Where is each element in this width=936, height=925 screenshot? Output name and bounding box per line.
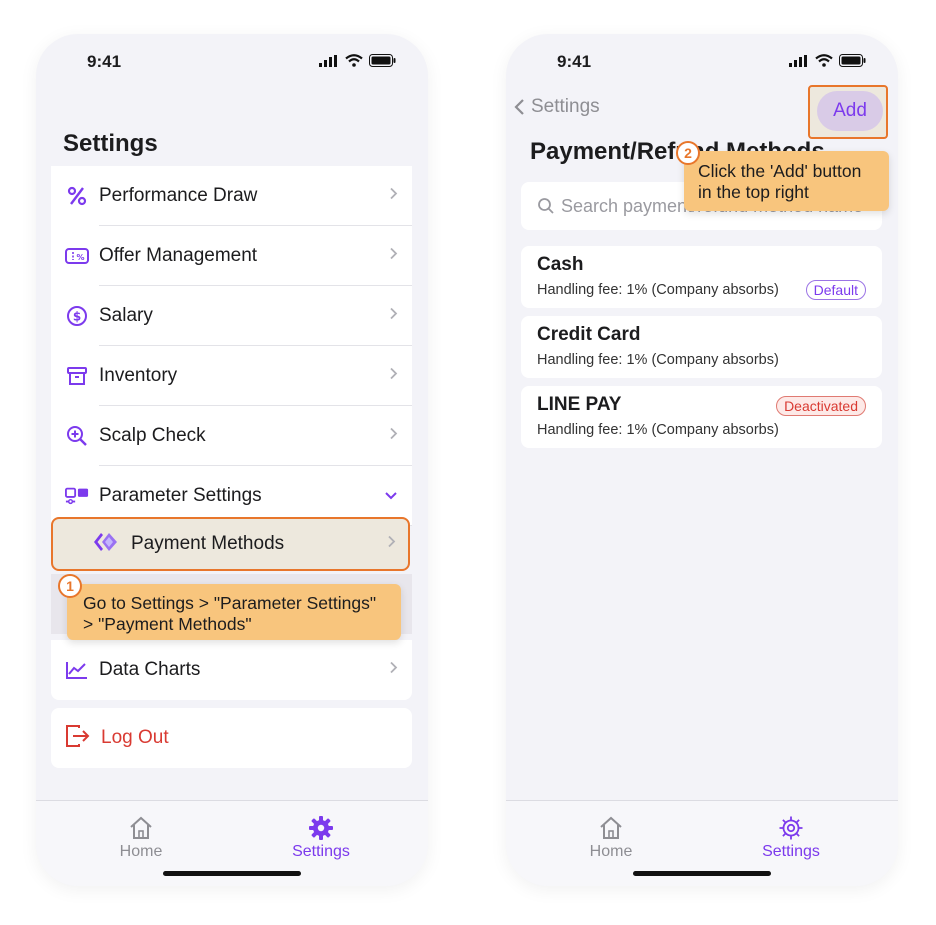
home-icon	[101, 815, 181, 841]
payment-method-name: Credit Card	[537, 324, 641, 345]
settings-item-label: Performance Draw	[99, 185, 258, 206]
data-charts-label: Data Charts	[99, 659, 201, 680]
status-time: 9:41	[87, 52, 122, 71]
payment-method-fee: Handling fee: 1% (Company absorbs)	[537, 282, 779, 298]
logout-icon	[65, 724, 91, 753]
tab-home[interactable]: Home	[571, 815, 651, 861]
settings-item-offer-management[interactable]: % Offer Management	[51, 226, 412, 286]
chart-trend-icon	[65, 658, 89, 682]
payment-methods-icon	[93, 531, 119, 558]
payment-method-card[interactable]: LINE PAY Handling fee: 1% (Company absor…	[521, 386, 882, 448]
data-charts-row-content: Data Charts	[51, 640, 412, 700]
payment-method-fee: Handling fee: 1% (Company absorbs)	[537, 352, 779, 368]
wifi-icon	[815, 54, 833, 67]
log-out-button[interactable]: Log Out	[51, 708, 412, 768]
tab-bar: Home Settings	[506, 800, 898, 886]
tutorial-tooltip-step-2: Click the 'Add' button in the top right	[684, 151, 889, 211]
phone-screen-settings: 9:41 Settings Performance Draw % Offer M…	[36, 34, 428, 886]
percent-icon	[65, 184, 89, 208]
tooltip-text-line: in the top right	[698, 182, 809, 202]
settings-item-label: Salary	[99, 305, 153, 326]
tab-label: Settings	[762, 843, 820, 860]
default-badge: Default	[805, 280, 866, 300]
dollar-circle-icon: $	[65, 304, 89, 328]
payment-method-name: Cash	[537, 254, 584, 275]
battery-icon	[839, 54, 866, 67]
chevron-left-icon	[514, 98, 525, 116]
tab-label: Home	[119, 843, 163, 860]
tooltip-text-line: Go to Settings > "Parameter Settings"	[83, 593, 377, 613]
status-time: 9:41	[557, 52, 592, 71]
back-button[interactable]: Settings	[514, 96, 600, 118]
add-button-highlight: Add	[808, 85, 888, 139]
tab-bar: Home Settings	[36, 800, 428, 886]
settings-list: Performance Draw % Offer Management $ Sa…	[51, 166, 412, 526]
step-badge: 1	[58, 574, 82, 598]
settings-item-data-charts[interactable]: Data Charts	[51, 640, 412, 700]
home-indicator	[163, 871, 301, 876]
settings-item-inventory[interactable]: Inventory	[51, 346, 412, 406]
status-icons	[319, 54, 396, 67]
signal-icon	[319, 54, 337, 67]
chevron-right-icon	[389, 427, 398, 446]
tab-settings[interactable]: Settings	[281, 815, 361, 861]
tutorial-tooltip-step-1: Go to Settings > "Parameter Settings" > …	[67, 584, 401, 640]
chevron-right-icon	[387, 535, 396, 554]
chevron-right-icon	[389, 661, 398, 680]
page-title: Settings	[63, 130, 158, 157]
payment-method-card[interactable]: Cash Handling fee: 1% (Company absorbs) …	[521, 246, 882, 308]
svg-text:$: $	[73, 310, 81, 324]
coupon-icon: %	[65, 244, 89, 268]
archive-box-icon	[65, 364, 89, 388]
gear-icon	[751, 815, 831, 841]
payment-method-card[interactable]: Credit Card Handling fee: 1% (Company ab…	[521, 316, 882, 378]
parameters-icon	[65, 484, 89, 508]
svg-text:%: %	[76, 253, 84, 262]
chevron-right-icon	[389, 187, 398, 206]
gear-icon	[281, 815, 361, 841]
tooltip-text-line: Click the 'Add' button	[698, 161, 862, 181]
settings-item-performance-draw[interactable]: Performance Draw	[51, 166, 412, 226]
home-icon	[571, 815, 651, 841]
tab-settings[interactable]: Settings	[751, 815, 831, 861]
payment-method-name: LINE PAY	[537, 394, 622, 415]
step-badge: 2	[676, 141, 700, 165]
back-label: Settings	[531, 96, 600, 117]
tooltip-text-line: > "Payment Methods"	[83, 614, 252, 634]
settings-item-label: Offer Management	[99, 245, 258, 266]
add-button[interactable]: Add	[817, 91, 883, 131]
settings-item-scalp-check[interactable]: Scalp Check	[51, 406, 412, 466]
settings-item-label: Inventory	[99, 365, 178, 386]
settings-item-salary[interactable]: $ Salary	[51, 286, 412, 346]
phone-screen-payment-methods: 9:41 Settings Add Payment/Refund Methods…	[506, 34, 898, 886]
settings-item-label: Parameter Settings	[99, 485, 262, 506]
settings-item-payment-methods[interactable]: Payment Methods	[51, 517, 410, 571]
battery-icon	[369, 54, 396, 67]
magnify-plus-icon	[65, 424, 89, 448]
chevron-right-icon	[389, 367, 398, 386]
tab-label: Settings	[292, 843, 350, 860]
search-icon	[537, 197, 555, 215]
chevron-right-icon	[389, 247, 398, 266]
payment-method-fee: Handling fee: 1% (Company absorbs)	[537, 422, 779, 438]
payment-methods-label: Payment Methods	[131, 533, 285, 554]
wifi-icon	[345, 54, 363, 67]
home-indicator	[633, 871, 771, 876]
tab-label: Home	[589, 843, 633, 860]
chevron-down-icon	[384, 487, 398, 505]
settings-item-label: Scalp Check	[99, 425, 206, 446]
status-icons	[789, 54, 866, 67]
signal-icon	[789, 54, 807, 67]
tab-home[interactable]: Home	[101, 815, 181, 861]
chevron-right-icon	[389, 307, 398, 326]
deactivated-badge: Deactivated	[776, 396, 866, 416]
log-out-label: Log Out	[101, 727, 169, 748]
